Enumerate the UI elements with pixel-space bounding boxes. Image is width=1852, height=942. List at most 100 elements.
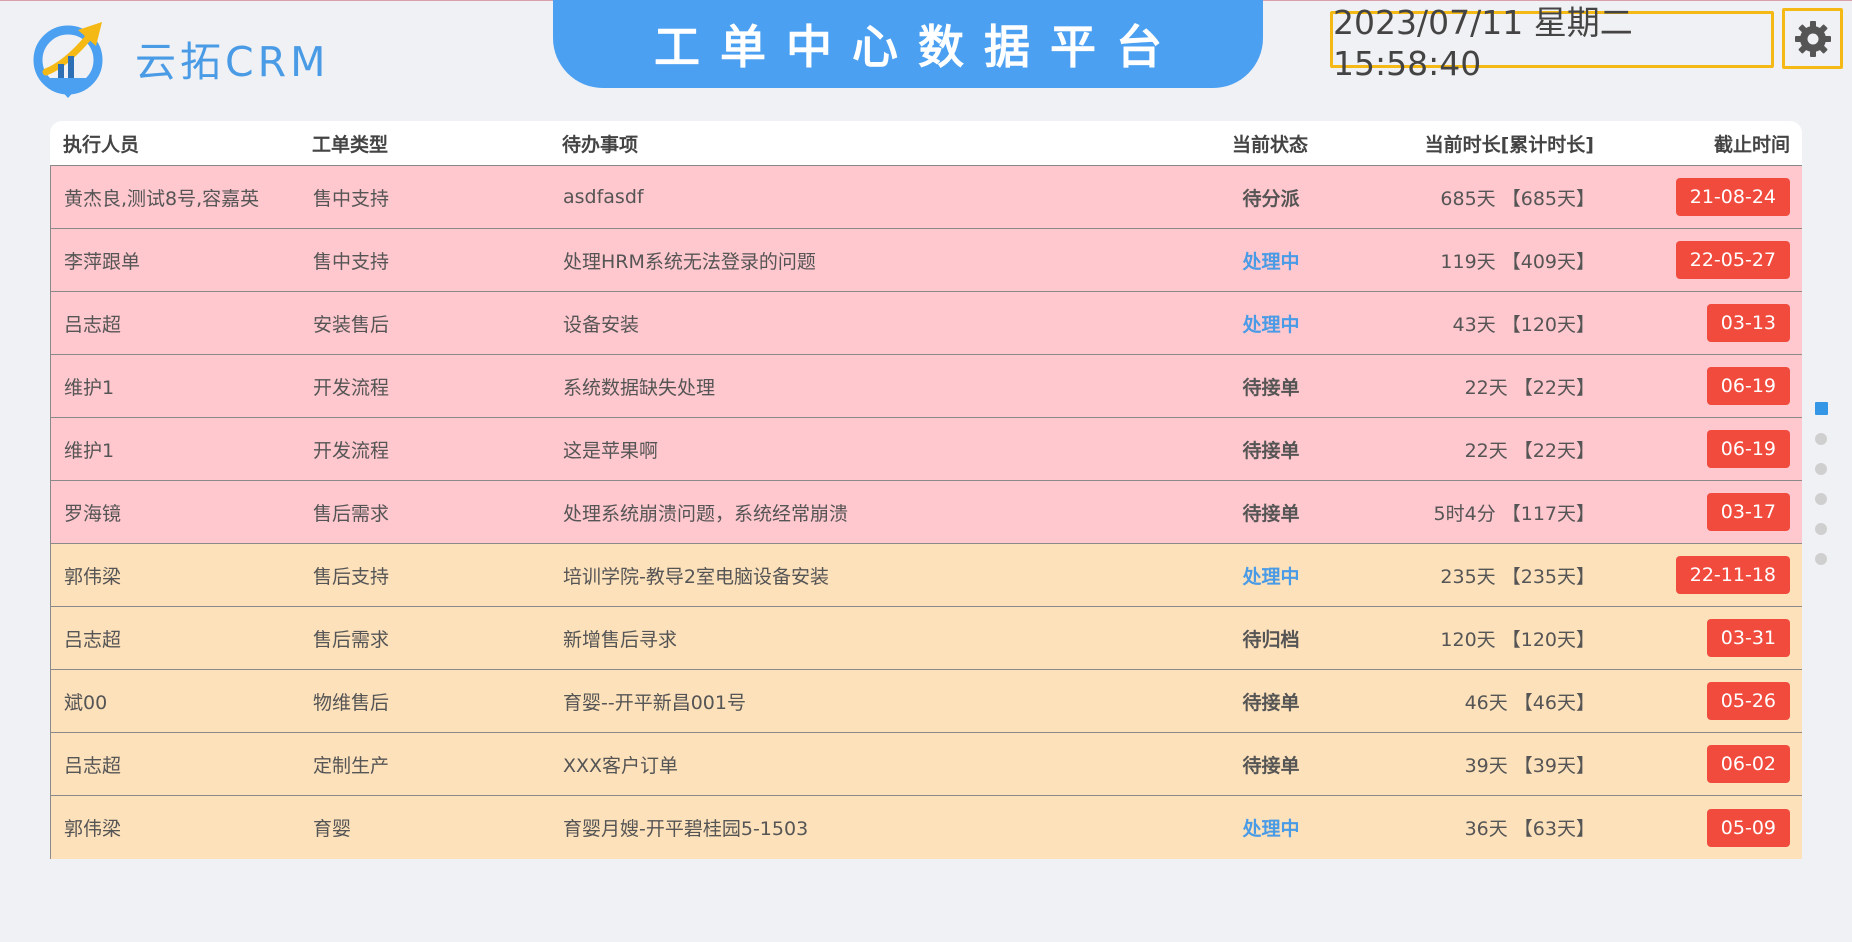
page-title: 工单中心数据平台 (654, 20, 1182, 74)
table-row[interactable]: 维护1 开发流程 这是苹果啊 待接单 22天 【22天】 06-19 (50, 418, 1802, 481)
cell-deadline: 05-26 (1601, 682, 1802, 720)
column-header-duration: 当前时长[累计时长] (1424, 133, 1594, 156)
cell-status: 待接单 (1171, 499, 1371, 526)
table-header: 执行人员 工单类型 待办事项 当前状态 当前时长[累计时长] 截止时间 (50, 121, 1802, 166)
cell-task: XXX客户订单 (563, 754, 679, 777)
cell-assignee: 吕志超 (64, 628, 122, 651)
gear-icon (1794, 20, 1831, 57)
deadline-badge: 21-08-24 (1675, 178, 1790, 216)
status-label: 处理中 (1242, 250, 1300, 273)
cell-task: 处理系统崩溃问题，系统经常崩溃 (563, 502, 849, 525)
status-label: 待归档 (1242, 628, 1300, 651)
cell-type: 售后支持 (313, 565, 390, 588)
cell-assignee: 罗海镜 (64, 502, 122, 525)
cell-deadline: 06-02 (1601, 745, 1802, 783)
cell-type: 售后需求 (313, 502, 390, 525)
cell-status: 待归档 (1171, 625, 1371, 652)
cell-type: 售中支持 (313, 187, 390, 210)
cell-task: 培训学院-教导2室电脑设备安装 (563, 565, 829, 588)
table-row[interactable]: 郭伟梁 育婴 育婴月嫂-开平碧桂园5-1503 处理中 36天 【63天】 05-09 (50, 796, 1802, 859)
page-indicator (1814, 402, 1828, 583)
column-header-deadline: 截止时间 (1713, 133, 1790, 156)
column-header-status: 当前状态 (1231, 133, 1308, 156)
deadline-badge: 06-19 (1706, 367, 1790, 405)
cell-duration: 5时4分 【117天】 (1433, 502, 1595, 525)
table-row[interactable]: 斌00 物维售后 育婴--开平新昌001号 待接单 46天 【46天】 05-26 (50, 670, 1802, 733)
cell-type: 开发流程 (313, 439, 390, 462)
page-dot[interactable] (1815, 523, 1827, 535)
cell-assignee: 斌00 (64, 691, 108, 714)
cell-duration: 120天 【120天】 (1440, 628, 1595, 651)
deadline-badge: 06-02 (1706, 745, 1790, 783)
table-row[interactable]: 李萍跟单 售中支持 处理HRM系统无法登录的问题 处理中 119天 【409天】 22-0… (50, 229, 1802, 292)
deadline-badge: 05-26 (1706, 682, 1790, 720)
table-row[interactable]: 罗海镜 售后需求 处理系统崩溃问题，系统经常崩溃 待接单 5时4分 【117天】 03-1… (50, 481, 1802, 544)
deadline-badge: 05-09 (1706, 808, 1790, 847)
cell-task: 系统数据缺失处理 (563, 376, 716, 399)
deadline-badge: 06-19 (1706, 430, 1790, 468)
title-banner: 工单中心数据平台 (553, 0, 1263, 88)
cell-status: 处理中 (1171, 562, 1371, 589)
cell-duration: 22天 【22天】 (1464, 439, 1595, 462)
cell-deadline: 22-11-18 (1601, 556, 1802, 594)
cell-task: 处理HRM系统无法登录的问题 (563, 250, 816, 273)
cell-type: 售中支持 (313, 250, 390, 273)
cell-assignee: 郭伟梁 (64, 818, 122, 840)
cell-type: 定制生产 (313, 754, 390, 777)
cell-duration: 119天 【409天】 (1440, 250, 1595, 273)
cell-assignee: 吕志超 (64, 754, 122, 777)
cell-task: 育婴--开平新昌001号 (563, 691, 746, 714)
settings-button[interactable] (1782, 8, 1843, 69)
status-label: 待接单 (1242, 439, 1300, 462)
page-dot[interactable] (1815, 433, 1827, 445)
cell-deadline: 06-19 (1601, 430, 1802, 468)
table-row[interactable]: 吕志超 售后需求 新增售后寻求 待归档 120天 【120天】 03-31 (50, 607, 1802, 670)
column-header-assignee: 执行人员 (63, 133, 140, 156)
cell-status: 处理中 (1171, 814, 1371, 841)
cell-duration: 36天 【63天】 (1464, 818, 1595, 840)
cell-duration: 685天 【685天】 (1440, 187, 1595, 210)
table-row[interactable]: 吕志超 定制生产 XXX客户订单 待接单 39天 【39天】 06-02 (50, 733, 1802, 796)
cell-task: 育婴月嫂-开平碧桂园5-1503 (563, 818, 809, 840)
cell-deadline: 05-09 (1601, 808, 1802, 847)
cell-task: 这是苹果啊 (563, 439, 659, 462)
cell-assignee: 郭伟梁 (64, 565, 122, 588)
cell-type: 安装售后 (313, 313, 390, 336)
page-dot[interactable] (1815, 493, 1827, 505)
page-dot[interactable] (1815, 553, 1827, 565)
table-row[interactable]: 维护1 开发流程 系统数据缺失处理 待接单 22天 【22天】 06-19 (50, 355, 1802, 418)
cell-duration: 22天 【22天】 (1464, 376, 1595, 399)
page-dot[interactable] (1814, 402, 1828, 415)
cell-task: 新增售后寻求 (563, 628, 678, 651)
cell-task: asdfasdf (563, 186, 644, 208)
table-row[interactable]: 郭伟梁 售后支持 培训学院-教导2室电脑设备安装 处理中 235天 【235天】 22-1… (50, 544, 1802, 607)
cell-task: 设备安装 (563, 313, 640, 336)
brand-logo: 云拓CRM (30, 16, 330, 100)
column-header-type: 工单类型 (312, 133, 389, 156)
cell-type: 开发流程 (313, 376, 390, 399)
cell-assignee: 李萍跟单 (64, 250, 141, 273)
cell-deadline: 21-08-24 (1601, 178, 1802, 216)
cell-status: 待接单 (1171, 751, 1371, 778)
table-row[interactable]: 吕志超 安装售后 设备安装 处理中 43天 【120天】 03-13 (50, 292, 1802, 355)
cell-assignee: 维护1 (64, 376, 115, 399)
cell-deadline: 06-19 (1601, 367, 1802, 405)
status-label: 待接单 (1242, 691, 1300, 714)
status-label: 待分派 (1242, 187, 1300, 210)
cell-duration: 235天 【235天】 (1440, 565, 1595, 588)
page-dot[interactable] (1815, 463, 1827, 475)
status-label: 待接单 (1242, 502, 1300, 525)
cell-duration: 46天 【46天】 (1464, 691, 1595, 714)
brand-name: 云拓CRM (135, 38, 330, 86)
deadline-badge: 03-17 (1706, 493, 1790, 531)
cell-deadline: 03-17 (1601, 493, 1802, 531)
cell-assignee: 黄杰良,测试8号,容嘉英 (64, 187, 260, 210)
cell-type: 售后需求 (313, 628, 390, 651)
work-order-table: 执行人员 工单类型 待办事项 当前状态 当前时长[累计时长] 截止时间 黄杰良,… (50, 121, 1802, 859)
rocket-arrow-logo-icon (33, 22, 103, 98)
status-label: 处理中 (1242, 818, 1300, 840)
cell-duration: 43天 【120天】 (1452, 313, 1595, 336)
deadline-badge: 22-11-18 (1675, 556, 1790, 594)
cell-type: 育婴 (313, 818, 352, 840)
table-row[interactable]: 黄杰良,测试8号,容嘉英 售中支持 asdfasdf 待分派 685天 【685天】 21… (50, 166, 1802, 229)
